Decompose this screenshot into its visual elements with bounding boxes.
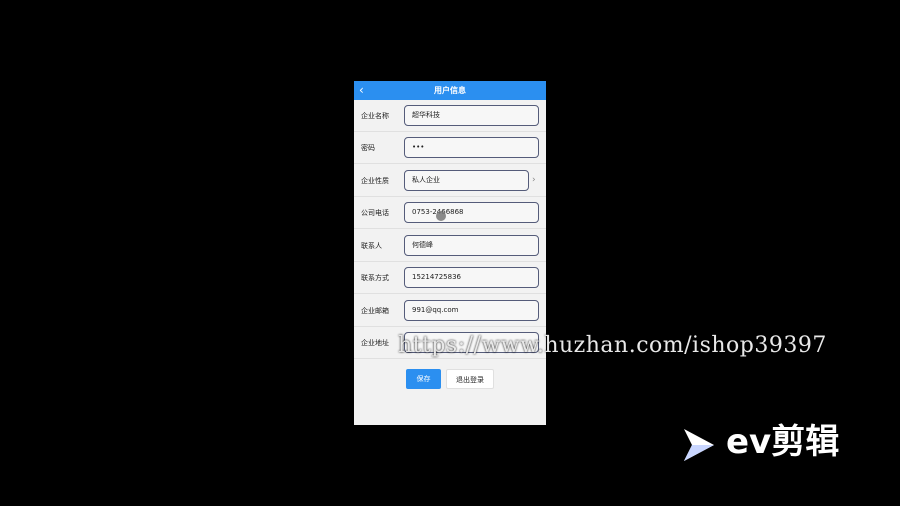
mobile-app-frame: ‹ 用户信息 企业名称 超华科技 密码 ••• 企业性质 私人企业 › 公司电话… [354, 81, 546, 425]
form-row-password: 密码 ••• [354, 132, 546, 164]
save-button[interactable]: 保存 [406, 369, 441, 389]
company-type-select[interactable]: 私人企业 [404, 170, 529, 191]
contact-method-input[interactable]: 15214725836 [404, 267, 539, 288]
touch-cursor-indicator [436, 211, 446, 221]
company-name-label: 企业名称 [361, 112, 389, 120]
watermark-url: https://www.huzhan.com/ishop39397 [398, 333, 827, 358]
ev-logo-text: ev剪辑 [726, 422, 840, 462]
top-bar: ‹ 用户信息 [354, 81, 546, 100]
form-row-contact-person: 联系人 何德峰 [354, 230, 546, 262]
company-email-label: 企业邮箱 [361, 307, 389, 315]
form-row-company-name: 企业名称 超华科技 [354, 100, 546, 132]
company-name-input[interactable]: 超华科技 [404, 105, 539, 126]
ev-logo: ev剪辑 [680, 422, 850, 465]
company-email-input[interactable]: 991@qq.com [404, 300, 539, 321]
form-row-company-phone: 公司电话 0753-2466868 [354, 197, 546, 229]
password-input[interactable]: ••• [404, 137, 539, 158]
form-row-contact-method: 联系方式 15214725836 [354, 262, 546, 294]
form-row-company-type: 企业性质 私人企业 › [354, 165, 546, 197]
company-phone-label: 公司电话 [361, 209, 389, 217]
contact-method-label: 联系方式 [361, 274, 389, 282]
company-phone-input[interactable]: 0753-2466868 [404, 202, 539, 223]
logout-button[interactable]: 退出登录 [446, 369, 494, 389]
chevron-right-icon[interactable]: › [532, 175, 536, 185]
contact-person-input[interactable]: 何德峰 [404, 235, 539, 256]
form-row-company-email: 企业邮箱 991@qq.com [354, 295, 546, 327]
company-address-label: 企业地址 [361, 339, 389, 347]
play-icon [684, 429, 714, 461]
contact-person-label: 联系人 [361, 242, 382, 250]
page-title: 用户信息 [434, 86, 466, 95]
company-type-label: 企业性质 [361, 177, 389, 185]
password-label: 密码 [361, 144, 375, 152]
